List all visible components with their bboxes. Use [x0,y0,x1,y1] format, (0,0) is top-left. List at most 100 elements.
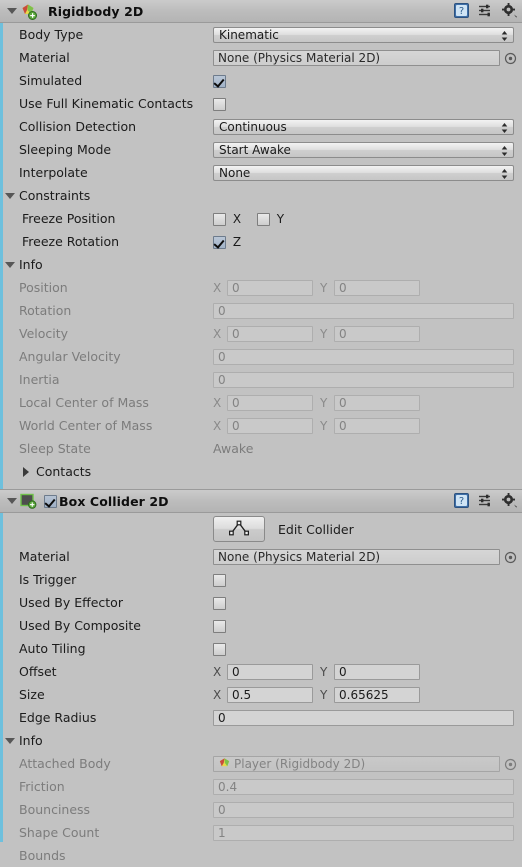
gear-icon[interactable] [501,2,518,19]
component-title-boxcollider2d: Box Collider 2D [59,493,169,509]
control-offset[interactable]: X 0 Y 0 [213,663,514,680]
row-constraints-foldout[interactable]: Constraints [0,184,522,207]
chevron-updown-icon [500,29,509,43]
attached-body-object-field: Player (Rigidbody 2D) [213,755,500,772]
inspector-panel: Rigidbody 2D ? Body Type Kinematic Mater… [0,0,522,863]
label-world-center-of-mass: World Center of Mass [19,418,153,433]
control-auto-tiling[interactable] [213,642,514,656]
control-sleep-state: Awake [213,441,514,456]
label-info-bc: Info [19,733,43,748]
label-used-by-effector: Used By Effector [19,595,123,610]
control-material-bc[interactable]: None (Physics Material 2D) [213,548,517,565]
boxcollider2d-icon [20,493,37,509]
used-by-composite-checkbox[interactable] [213,619,226,633]
control-material-rb[interactable]: None (Physics Material 2D) [213,49,517,66]
size-x-field[interactable]: 0.5 [227,686,313,703]
label-sleep-state: Sleep State [19,441,91,456]
row-angular-velocity: Angular Velocity 0 [0,345,522,368]
component-header-icons-rigidbody2d: ? [453,2,518,19]
local-center-of-mass-x-field: 0 [227,394,313,411]
control-body-type[interactable]: Kinematic [213,26,514,43]
simulated-checkbox[interactable] [213,74,226,88]
label-body-type: Body Type [19,27,84,42]
label-size: Size [19,687,45,702]
control-use-full-kinematic-contacts[interactable] [213,97,514,111]
friction-field: 0.4 [213,778,514,795]
axis-label-z-freeze-rotation: Z [232,234,242,249]
control-attached-body: Player (Rigidbody 2D) [213,755,517,772]
control-simulated[interactable] [213,74,514,88]
help-icon[interactable]: ? [453,2,470,19]
sleeping-mode-dropdown[interactable]: Start Awake [213,141,514,158]
collision-detection-dropdown[interactable]: Continuous [213,118,514,135]
is-trigger-checkbox[interactable] [213,573,226,587]
control-collision-detection[interactable]: Continuous [213,118,514,135]
freeze-position-y-checkbox[interactable] [256,212,270,226]
preset-icon[interactable] [477,2,494,19]
material-object-field-rb[interactable]: None (Physics Material 2D) [213,49,500,66]
control-inertia: 0 [213,371,514,388]
axis-label-y-velocity: Y [320,326,328,341]
use-full-kinematic-contacts-checkbox[interactable] [213,97,226,111]
body-type-dropdown[interactable]: Kinematic [213,26,514,43]
control-size[interactable]: X 0.5 Y 0.65625 [213,686,514,703]
freeze-rotation-z-checkbox[interactable] [213,235,226,249]
row-attached-body: Attached Body Player (Rigidbody 2D) [0,752,522,775]
size-y-field[interactable]: 0.65625 [334,686,420,703]
auto-tiling-checkbox[interactable] [213,642,226,656]
axis-label-x-size: X [213,687,222,702]
label-offset: Offset [19,664,57,679]
offset-x-field[interactable]: 0 [227,663,313,680]
used-by-effector-checkbox[interactable] [213,596,226,610]
foldout-constraints[interactable] [0,192,19,199]
boxcollider2d-enabled-checkbox[interactable] [44,494,57,508]
velocity-y-field: 0 [334,325,420,342]
rotation-field: 0 [213,302,514,319]
control-velocity: X 0 Y 0 [213,325,514,342]
control-angular-velocity: 0 [213,348,514,365]
edit-collider-button[interactable] [213,516,265,542]
object-picker-icon-material-bc[interactable] [504,551,517,564]
row-velocity: Velocity X 0 Y 0 [0,322,522,345]
freeze-position-x-checkbox[interactable] [213,212,226,226]
control-is-trigger[interactable] [213,573,514,587]
object-picker-icon-material-rb[interactable] [504,52,517,65]
offset-y-field[interactable]: 0 [334,663,420,680]
label-used-by-composite: Used By Composite [19,618,141,633]
material-object-field-bc[interactable]: None (Physics Material 2D) [213,548,500,565]
foldout-rigidbody2d[interactable] [5,8,19,14]
help-icon[interactable]: ? [453,492,470,509]
control-edge-radius[interactable]: 0 [213,709,514,726]
svg-text:?: ? [459,496,464,507]
axis-label-x-local-center-of-mass: X [213,395,222,410]
label-angular-velocity: Angular Velocity [19,349,121,364]
component-header-boxcollider2d[interactable]: Box Collider 2D ? [0,489,522,513]
row-auto-tiling: Auto Tiling [0,637,522,660]
rigidbody2d-icon [20,3,37,20]
gear-icon[interactable] [501,492,518,509]
axis-label-x-world-center-of-mass: X [213,418,222,433]
control-friction: 0.4 [213,778,514,795]
control-used-by-composite[interactable] [213,619,514,633]
foldout-contacts[interactable] [19,466,33,477]
label-freeze-rotation: Freeze Rotation [22,234,120,249]
foldout-info-bc[interactable] [0,737,19,744]
interpolate-dropdown[interactable]: None [213,164,514,181]
foldout-info-rb[interactable] [0,261,19,268]
row-info-foldout-rb[interactable]: Info [0,253,522,276]
label-attached-body: Attached Body [19,756,111,771]
chevron-updown-icon [500,121,509,135]
foldout-boxcollider2d[interactable] [5,498,19,504]
edge-radius-field[interactable]: 0 [213,709,514,726]
collision-detection-value: Continuous [219,119,287,134]
component-header-rigidbody2d[interactable]: Rigidbody 2D ? [0,0,522,23]
row-contacts-foldout[interactable]: Contacts [0,460,522,483]
row-info-foldout-bc[interactable]: Info [0,729,522,752]
label-auto-tiling: Auto Tiling [19,641,86,656]
preset-icon[interactable] [477,492,494,509]
control-sleeping-mode[interactable]: Start Awake [213,141,514,158]
control-local-center-of-mass: X 0 Y 0 [213,394,514,411]
control-interpolate[interactable]: None [213,164,514,181]
control-used-by-effector[interactable] [213,596,514,610]
label-contacts: Contacts [36,464,92,479]
